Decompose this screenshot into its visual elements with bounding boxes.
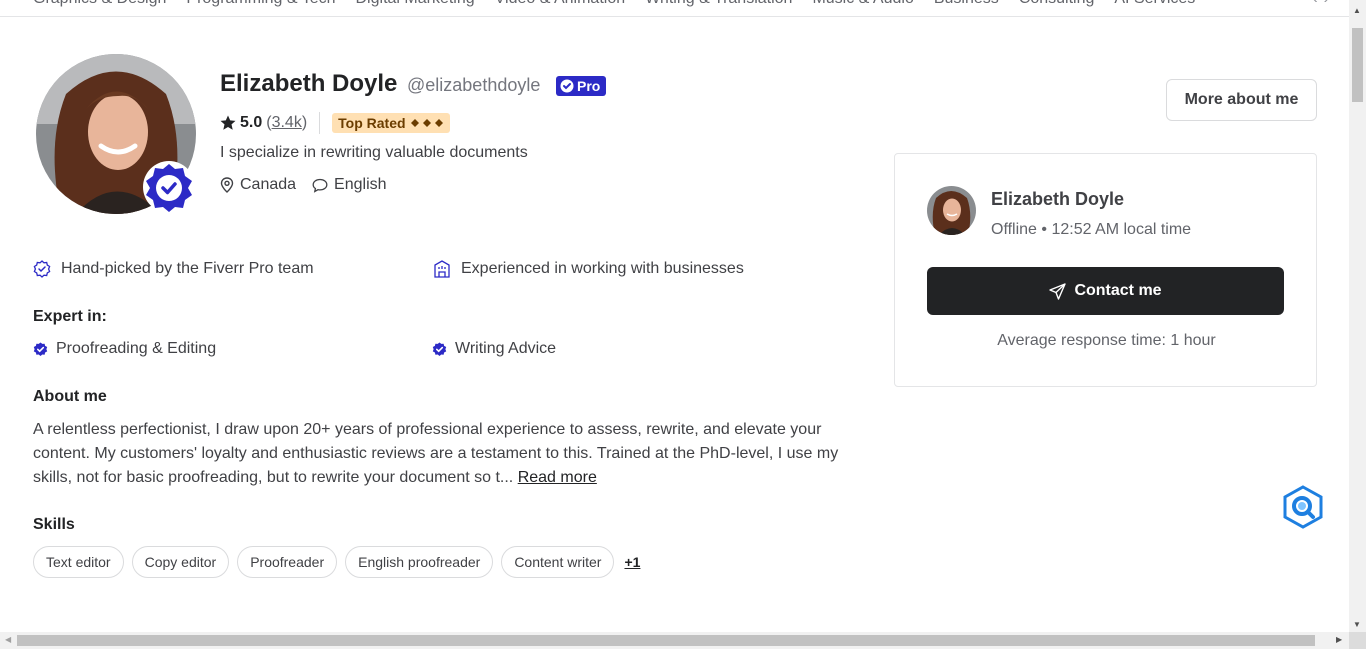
rating-score: 5.0 [240,114,263,131]
skill-tag[interactable]: Copy editor [131,546,230,578]
expert-item: Proofreading & Editing [33,340,216,358]
skills-heading: Skills [33,516,75,533]
language: English [312,176,387,194]
top-rated-label: Top Rated [338,115,406,131]
skill-tag[interactable]: English proofreader [345,546,494,578]
location-pin-icon [220,177,234,193]
scroll-right-icon[interactable]: ▶ [1336,635,1342,644]
feature-handpicked: Hand-picked by the Fiverr Pro team [33,260,314,278]
skill-tag[interactable]: Text editor [33,546,124,578]
nav-category[interactable]: Consulting [1019,0,1095,8]
expert-item-label: Proofreading & Editing [56,340,217,357]
horizontal-scroll-thumb[interactable] [17,635,1315,646]
chat-bubble-icon [312,178,328,193]
scroll-up-icon[interactable]: ▲ [1353,6,1361,15]
feature-business-text: Experienced in working with businesses [461,260,744,277]
scrollbar-corner [1349,632,1366,649]
pro-label: Pro [577,78,601,94]
read-more-link[interactable]: Read more [518,469,597,486]
verified-check-icon [33,342,48,356]
scroll-down-icon[interactable]: ▼ [1353,620,1361,629]
more-about-me-button[interactable]: More about me [1166,79,1317,121]
horizontal-scrollbar[interactable]: ◀ ▶ [0,632,1349,649]
profile-name: Elizabeth Doyle [220,70,398,97]
star-icon [220,115,236,130]
feature-business: Experienced in working with businesses [433,260,744,278]
pro-check-icon [560,79,574,93]
more-skills-link[interactable]: +1 [624,554,640,570]
divider [319,112,321,134]
expert-heading: Expert in: [33,308,107,325]
verified-check-icon [432,342,447,356]
location-language-row: Canada English [220,176,387,194]
nav-prev-icon[interactable]: ‹ [1312,0,1317,8]
nav-category[interactable]: AI Services [1114,0,1195,8]
send-icon [1049,282,1067,300]
nav-category[interactable]: Music & Audio [812,0,913,8]
nav-category[interactable]: Business [934,0,999,8]
nav-category[interactable]: Graphics & Design [33,0,166,8]
nav-next-icon[interactable]: › [1324,0,1329,8]
nav-category[interactable]: Writing & Translation [645,0,792,8]
skills-list: Text editor Copy editor Proofreader Engl… [33,546,640,578]
profile-language: English [334,176,387,193]
verified-badge-icon [142,160,196,214]
nav-category[interactable]: Programming & Tech [186,0,335,8]
review-count: (3.4k) [266,114,308,131]
contact-avatar [927,186,976,235]
contact-me-button[interactable]: Contact me [927,267,1284,315]
about-heading: About me [33,388,107,405]
feature-handpicked-text: Hand-picked by the Fiverr Pro team [61,260,314,277]
skill-tag[interactable]: Proofreader [237,546,338,578]
profile-tagline: I specialize in rewriting valuable docum… [220,144,528,161]
vertical-scroll-thumb[interactable] [1352,28,1363,102]
profile-country: Canada [240,176,297,193]
about-body: A relentless perfectionist, I draw upon … [33,421,839,486]
expert-item-label: Writing Advice [455,340,557,357]
response-time: Average response time: 1 hour [997,332,1216,349]
scroll-left-icon[interactable]: ◀ [5,635,11,644]
nav-category[interactable]: Digital Marketing [356,0,475,8]
pro-badge: Pro [556,76,607,96]
handpicked-badge-icon [33,260,51,278]
top-rated-badge: Top Rated [332,113,450,133]
skill-tag[interactable]: Content writer [501,546,615,578]
profile-handle: @elizabethdoyle [407,75,541,95]
rating-row: 5.0 (3.4k) Top Rated [220,112,450,134]
about-text: A relentless perfectionist, I draw upon … [33,418,843,490]
contact-me-label: Contact me [1074,282,1162,299]
category-nav: Graphics & Design Programming & Tech Dig… [0,0,1349,17]
nav-category[interactable]: Video & Animation [495,0,625,8]
expert-item: Writing Advice [432,340,556,358]
vertical-scrollbar[interactable]: ▲ ▼ [1349,0,1366,632]
review-count-link[interactable]: 3.4k [272,114,302,131]
building-icon [434,260,450,278]
assistant-search-icon[interactable] [1280,485,1326,529]
contact-name: Elizabeth Doyle [991,189,1125,209]
contact-status: Offline • 12:52 AM local time [991,221,1192,238]
diamond-icon [410,119,443,127]
contact-card: Elizabeth Doyle Offline • 12:52 AM local… [894,153,1317,387]
